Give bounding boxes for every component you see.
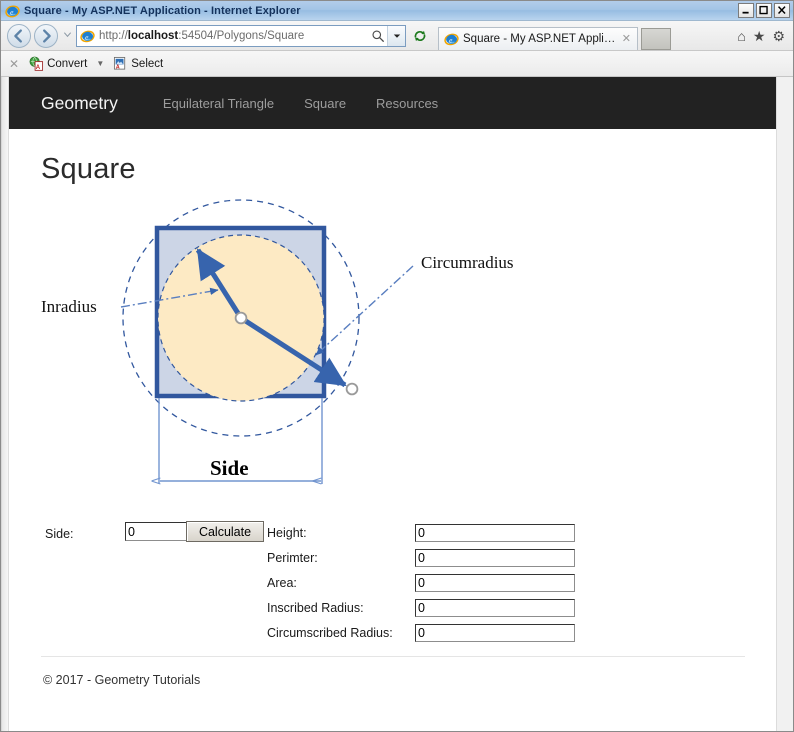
convert-button[interactable]: A Convert: [29, 56, 87, 71]
pdf-convert-icon: A: [29, 56, 44, 71]
chevron-down-icon: [393, 34, 400, 38]
result-row-inscribed-radius: Inscribed Radius:: [266, 595, 611, 620]
pdf-select-icon: A: [114, 56, 126, 71]
favorites-icon[interactable]: ★: [753, 29, 766, 43]
forward-arrow-icon: [43, 28, 51, 43]
new-tab-button[interactable]: [641, 27, 671, 50]
tab-title: Square - My ASP.NET Applic...: [463, 32, 616, 45]
url-scheme: http://: [99, 29, 128, 42]
page-scrollbar[interactable]: [776, 77, 793, 731]
internet-explorer-icon: e: [5, 5, 20, 18]
circumradius-leader-line: [315, 265, 414, 356]
nav-link-resources[interactable]: Resources: [361, 96, 453, 111]
circumscribed-radius-input[interactable]: [415, 623, 575, 642]
inscribed-radius-input[interactable]: [415, 598, 575, 617]
convert-label: Convert: [47, 57, 88, 70]
nav-link-square[interactable]: Square: [289, 96, 361, 111]
browser-tab[interactable]: e Square - My ASP.NET Applic... ✕: [438, 26, 638, 50]
window-title: Square - My ASP.NET Application - Intern…: [24, 4, 301, 17]
tab-strip: e Square - My ASP.NET Applic... ✕: [438, 22, 671, 50]
side-input[interactable]: [125, 522, 193, 541]
maximize-icon: [759, 5, 768, 15]
address-bar[interactable]: e http://localhost:54504/Polygons/Square: [76, 24, 406, 47]
address-url[interactable]: http://localhost:54504/Polygons/Square: [99, 30, 369, 42]
calculation-form: Side: Calculate Height: Perimter:: [41, 520, 745, 650]
area-label: Area:: [267, 575, 297, 590]
url-host: localhost: [127, 29, 179, 42]
page-content: Square Inradius Circumradius Side Side: …: [9, 153, 777, 687]
convert-dropdown-icon[interactable]: ▼: [93, 59, 107, 68]
browser-navbar: e http://localhost:54504/Polygons/Square: [1, 21, 793, 51]
browser-window: e Square - My ASP.NET Application - Inte…: [0, 0, 794, 732]
back-button[interactable]: [7, 23, 31, 48]
chevron-down-icon: [63, 32, 71, 38]
minimize-icon: [742, 11, 749, 14]
inscribed-radius-label: Inscribed Radius:: [267, 600, 364, 615]
close-icon: [777, 6, 786, 15]
page-viewport: Geometry Equilateral Triangle Square Res…: [1, 77, 793, 731]
select-label: Select: [131, 57, 164, 70]
result-row-perimeter: Perimter:: [266, 545, 611, 570]
square-diagram: Inradius Circumradius Side: [41, 192, 745, 512]
close-addonbar-icon[interactable]: ✕: [9, 57, 19, 71]
footer-text: © 2017 - Geometry Tutorials: [43, 673, 201, 687]
perimeter-input[interactable]: [415, 548, 575, 567]
maximize-button[interactable]: [756, 3, 772, 18]
viewport-left-edge: [2, 77, 9, 731]
results-panel: Height: Perimter: Area: Inscribed R: [266, 520, 611, 645]
result-row-area: Area:: [266, 570, 611, 595]
site-navbar: Geometry Equilateral Triangle Square Res…: [9, 77, 777, 129]
side-label: Side: [210, 456, 249, 480]
square-diagram-svg: Inradius Circumradius Side: [41, 199, 514, 512]
refresh-button[interactable]: [409, 25, 431, 47]
address-dropdown-button[interactable]: [387, 25, 405, 46]
back-arrow-icon: [14, 28, 22, 43]
result-row-circumscribed-radius: Circumscribed Radius:: [266, 620, 611, 645]
center-node: [234, 311, 248, 325]
circumradius-endpoint-node: [345, 382, 359, 396]
close-button[interactable]: [774, 3, 790, 18]
inradius-label: Inradius: [41, 297, 97, 316]
internet-explorer-icon: e: [80, 30, 95, 43]
result-row-height: Height:: [266, 520, 611, 545]
height-label: Height:: [267, 525, 307, 540]
search-icon[interactable]: [369, 26, 387, 46]
svg-text:A: A: [116, 65, 120, 71]
url-path: :54504/Polygons/Square: [178, 29, 305, 42]
refresh-icon: [414, 30, 426, 41]
browser-tool-icons: ⌂ ★ ⚙: [737, 29, 787, 43]
nav-link-equilateral-triangle[interactable]: Equilateral Triangle: [148, 96, 289, 111]
minimize-button[interactable]: [738, 3, 754, 18]
window-controls: [738, 3, 790, 18]
recent-pages-button[interactable]: [61, 30, 73, 41]
internet-explorer-icon: e: [444, 33, 459, 46]
side-input-label: Side:: [45, 527, 74, 541]
select-button[interactable]: A Select: [113, 56, 163, 71]
svg-text:A: A: [36, 65, 41, 71]
gear-icon[interactable]: ⚙: [772, 29, 785, 43]
addon-command-bar: ✕ A Convert ▼ A Select: [1, 51, 793, 77]
tab-close-icon[interactable]: ✕: [620, 32, 633, 45]
window-titlebar: e Square - My ASP.NET Application - Inte…: [1, 1, 793, 21]
forward-button[interactable]: [34, 23, 58, 48]
area-input[interactable]: [415, 573, 575, 592]
site-brand[interactable]: Geometry: [41, 93, 118, 114]
calculate-button[interactable]: Calculate: [186, 521, 264, 542]
home-icon[interactable]: ⌂: [737, 29, 745, 43]
magnifier-icon: [372, 29, 384, 42]
page-title: Square: [41, 153, 136, 185]
perimeter-label: Perimter:: [267, 550, 318, 565]
height-input[interactable]: [415, 523, 575, 542]
circumradius-label: Circumradius: [421, 253, 514, 272]
web-page: Geometry Equilateral Triangle Square Res…: [9, 77, 777, 731]
circumscribed-radius-label: Circumscribed Radius:: [267, 625, 393, 640]
